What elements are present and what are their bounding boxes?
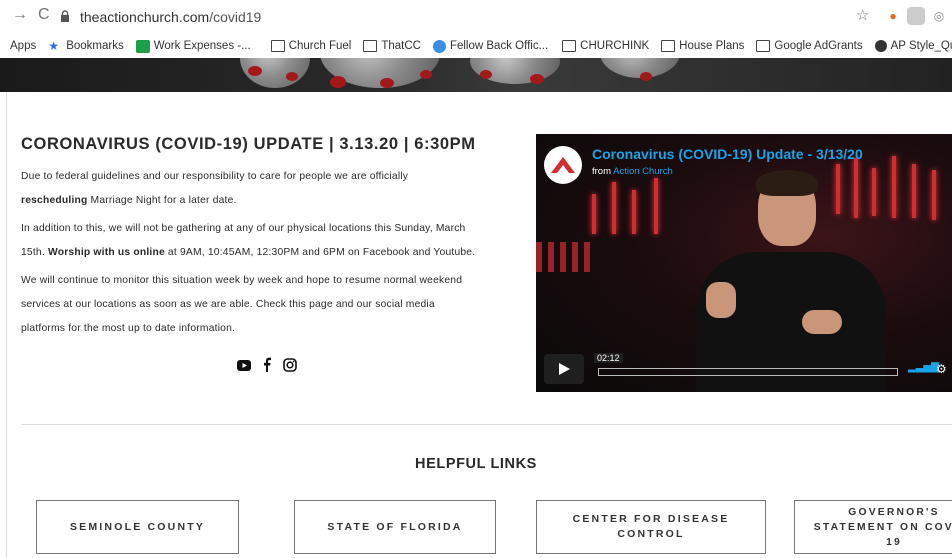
reload-icon[interactable]: C — [38, 6, 50, 24]
video-player[interactable]: Coronavirus (COVID-19) Update - 3/13/20 … — [536, 134, 952, 392]
folder-icon — [363, 40, 378, 52]
extension-icon[interactable]: ● — [884, 7, 902, 25]
facebook-icon[interactable] — [263, 357, 271, 377]
sheets-icon — [135, 39, 150, 53]
bookmark-label: House Plans — [679, 40, 745, 52]
forward-icon[interactable]: → — [12, 6, 28, 24]
channel-link[interactable]: Action Church — [613, 166, 673, 177]
bookmark-churchink[interactable]: CHURCHINK — [562, 40, 649, 52]
paragraph-monitoring: We will continue to monitor this situati… — [21, 269, 516, 341]
page-title: CORONAVIRUS (COVID-19) UPDATE | 3.13.20 … — [21, 135, 476, 153]
paragraph-line: Due to federal guidelines and our respon… — [21, 171, 409, 182]
url-text: theactionchurch.com/covid19 — [80, 9, 261, 25]
extension-icon[interactable] — [907, 7, 925, 25]
bookmark-label: Church Fuel — [288, 40, 352, 52]
bookmark-label: Fellow Back Offic... — [449, 40, 549, 52]
paragraph-text: 15th. — [21, 247, 48, 258]
link-seminole-county[interactable]: SEMINOLE COUNTY — [36, 500, 239, 554]
address-bar[interactable]: theactionchurch.com/covid19 — [60, 5, 860, 29]
paragraph-line: In addition to this, we will not be gath… — [21, 223, 466, 234]
youtube-icon[interactable] — [237, 358, 251, 376]
bookmark-label: AP Style_Quick Re... — [890, 40, 952, 52]
volume-icon[interactable]: ▂▃▅▇ — [908, 362, 939, 373]
hero-banner-image — [0, 58, 952, 92]
folder-icon — [756, 40, 771, 52]
bold-text: rescheduling — [21, 195, 88, 206]
bookmark-label: Work Expenses -... — [153, 40, 251, 52]
link-state-of-florida[interactable]: STATE OF FLORIDA — [294, 500, 496, 554]
paragraph-text: at 9AM, 10:45AM, 12:30PM and 6PM on Face… — [164, 247, 476, 258]
bookmark-label: Google AdGrants — [774, 40, 863, 52]
extension-icon[interactable]: ◎ — [930, 7, 948, 25]
bookmark-ap-style[interactable]: AP Style_Quick Re... — [874, 40, 952, 52]
paragraph-line: rescheduling Marriage Night for a later … — [21, 189, 516, 213]
app-icon — [432, 39, 446, 53]
video-timestamp: 02:12 — [594, 353, 623, 363]
bookmark-church-fuel[interactable]: Church Fuel — [270, 40, 352, 52]
settings-gear-icon[interactable]: ⚙ — [936, 362, 947, 376]
link-governor-statement[interactable]: GOVERNOR'S STATEMENT ON COVID-19 — [794, 500, 952, 554]
url-path: /covid19 — [209, 9, 262, 25]
bookmark-work-expenses[interactable]: Work Expenses -... — [135, 39, 251, 53]
paragraph-rescheduling: Due to federal guidelines and our respon… — [21, 165, 516, 213]
folder-icon — [661, 40, 676, 52]
section-divider — [21, 424, 952, 425]
social-links — [234, 357, 300, 377]
bookmark-label: ThatCC — [381, 40, 421, 52]
bookmark-label: Apps — [10, 40, 37, 52]
url-host: theactionchurch.com — [80, 9, 210, 25]
video-title[interactable]: Coronavirus (COVID-19) Update - 3/13/20 — [592, 146, 863, 162]
instagram-icon[interactable] — [283, 357, 297, 377]
paragraph-online-worship: In addition to this, we will not be gath… — [21, 217, 516, 265]
bold-text: Worship with us online — [47, 247, 165, 258]
globe-icon — [874, 40, 887, 52]
bookmark-label: CHURCHINK — [580, 40, 650, 52]
bookmark-house-plans[interactable]: House Plans — [661, 40, 744, 52]
page-border — [6, 92, 7, 558]
star-bookmark-icon[interactable]: ☆ — [856, 6, 869, 24]
paragraph-line: 15th. Worship with us online at 9AM, 10:… — [21, 241, 516, 265]
link-cdc[interactable]: CENTER FOR DISEASE CONTROL — [536, 500, 766, 554]
bookmark-fellow-back-office[interactable]: Fellow Back Offic... — [432, 39, 549, 53]
paragraph-text: Marriage Night for a later date. — [87, 195, 237, 206]
bookmark-thatcc[interactable]: ThatCC — [363, 40, 421, 52]
folder-icon — [270, 40, 285, 52]
video-progress-bar[interactable] — [598, 368, 898, 376]
paragraph-line: We will continue to monitor this situati… — [21, 275, 463, 286]
folder-icon — [562, 40, 577, 52]
paragraph-line: platforms for the most up to date inform… — [21, 323, 236, 334]
video-byline: from Action Church — [592, 166, 673, 177]
video-controls: 02:12 ▂▃▅▇ ⚙ — [544, 353, 952, 384]
bookmark-google-adgrants[interactable]: Google AdGrants — [756, 40, 863, 52]
helpful-links-heading: HELPFUL LINKS — [415, 456, 537, 472]
play-button[interactable] — [544, 354, 584, 384]
bookmark-apps[interactable]: Apps — [10, 40, 36, 52]
bookmarks-bar: Apps ★ Bookmarks Work Expenses -... Chur… — [0, 34, 952, 58]
paragraph-line: services at our locations as soon as we … — [21, 299, 435, 310]
action-church-logo[interactable] — [544, 146, 582, 184]
lock-icon — [60, 9, 74, 25]
bookmark-bookmarks[interactable]: ★ Bookmarks — [48, 40, 124, 52]
bookmark-label: Bookmarks — [66, 40, 124, 52]
star-icon: ★ — [48, 39, 59, 53]
browser-toolbar: → C theactionchurch.com/covid19 ☆ ● ◎ — [0, 0, 952, 34]
byline-prefix: from — [592, 166, 614, 177]
